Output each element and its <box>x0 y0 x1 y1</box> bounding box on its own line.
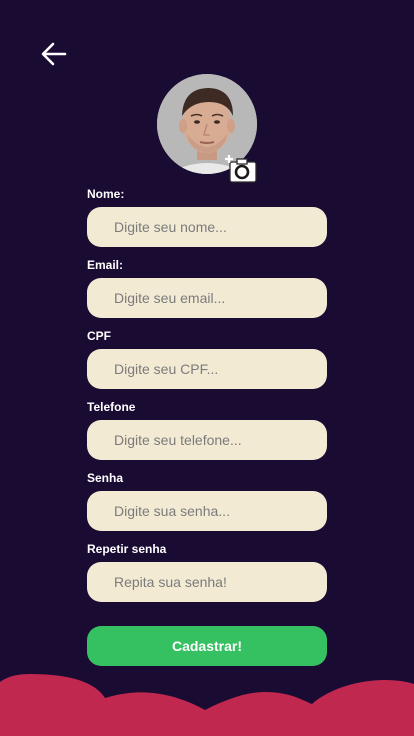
profile-photo <box>157 74 257 183</box>
email-input[interactable] <box>87 278 327 318</box>
phone-label: Telefone <box>87 400 136 414</box>
signup-form: Nome: Email: CPF Telefone Senha Repetir … <box>87 184 327 612</box>
cpf-label: CPF <box>87 329 111 343</box>
repeat-password-input[interactable] <box>87 562 327 602</box>
decorative-waves <box>0 674 414 736</box>
back-button[interactable] <box>38 38 70 70</box>
name-input[interactable] <box>87 207 327 247</box>
signup-screen: Nome: Email: CPF Telefone Senha Repetir … <box>0 0 414 736</box>
password-label: Senha <box>87 471 124 485</box>
cpf-input[interactable] <box>87 349 327 389</box>
camera-add-icon <box>225 155 257 183</box>
arrow-left-icon <box>41 42 67 66</box>
email-label: Email: <box>87 258 124 272</box>
change-photo-button[interactable] <box>225 154 261 186</box>
phone-input[interactable] <box>87 420 327 460</box>
repeat-password-label: Repetir senha <box>87 542 167 556</box>
password-input[interactable] <box>87 491 327 531</box>
name-label: Nome: <box>87 187 125 201</box>
